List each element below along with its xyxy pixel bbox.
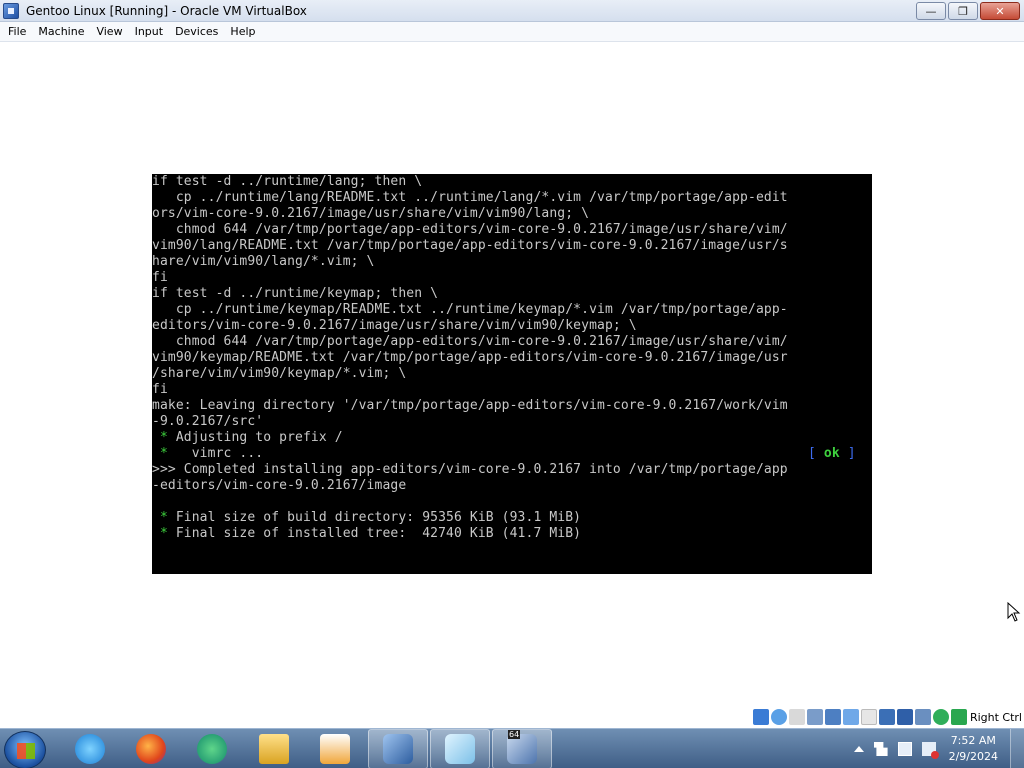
window-title: Gentoo Linux [Running] - Oracle VM Virtu… bbox=[26, 3, 307, 18]
clock-date: 2/9/2024 bbox=[948, 750, 998, 763]
menu-view[interactable]: View bbox=[90, 22, 128, 42]
minimize-button[interactable]: — bbox=[916, 2, 946, 20]
taskbar-virtualbox-manager[interactable] bbox=[368, 729, 428, 768]
action-center-flag-icon[interactable] bbox=[873, 742, 888, 756]
video-capture-icon[interactable] bbox=[896, 709, 913, 725]
virtualbox-app-icon[interactable] bbox=[3, 2, 19, 19]
volume-muted-icon[interactable] bbox=[921, 742, 939, 759]
notepad-icon bbox=[445, 734, 475, 764]
console-line: -editors/vim-core-9.0.2167/image bbox=[152, 478, 407, 493]
console-line: /share/vim/vim90/keymap/*.vim; \ bbox=[152, 366, 407, 381]
restore-button[interactable]: ❐ bbox=[948, 2, 978, 20]
console-line-vimrc: * vimrc ... [ ok ] bbox=[152, 446, 872, 462]
start-button[interactable] bbox=[4, 731, 46, 768]
taskbar-internet-explorer[interactable] bbox=[60, 729, 120, 768]
menu-help[interactable]: Help bbox=[224, 22, 261, 42]
console-line: >>> Completed installing app-editors/vim… bbox=[152, 462, 788, 477]
shared-folders-icon[interactable] bbox=[860, 709, 877, 725]
network-icon[interactable] bbox=[824, 709, 841, 725]
console-line-adjust: * Adjusting to prefix / bbox=[152, 430, 872, 446]
usb-icon[interactable] bbox=[842, 709, 859, 725]
vm-window-icon: 64 bbox=[507, 730, 537, 764]
taskbar-clock[interactable]: 7:52 AM 2/9/2024 bbox=[949, 733, 998, 765]
floppy-icon[interactable] bbox=[788, 709, 805, 725]
taskbar-media-player[interactable] bbox=[305, 729, 365, 768]
ok-status: [ ok ] bbox=[808, 446, 856, 461]
mouse-pointer-icon bbox=[1007, 602, 1021, 622]
console-line: hare/vim/vim90/lang/*.vim; \ bbox=[152, 254, 375, 269]
menu-input[interactable]: Input bbox=[129, 22, 169, 42]
close-button[interactable]: ✕ bbox=[980, 2, 1020, 20]
menu-file[interactable]: File bbox=[2, 22, 32, 42]
console-line: -9.0.2167/src' bbox=[152, 414, 264, 429]
console-star: * bbox=[152, 430, 176, 445]
taskbar-notepad[interactable] bbox=[430, 729, 490, 768]
taskbar-vm-window[interactable]: 64 bbox=[492, 729, 552, 768]
console-star: * bbox=[152, 446, 176, 461]
menu-devices[interactable]: Devices bbox=[169, 22, 224, 42]
mouse-integration-icon[interactable] bbox=[932, 709, 949, 725]
console-final-installed: Final size of installed tree: 42740 KiB … bbox=[175, 526, 582, 541]
show-desktop-button[interactable] bbox=[1010, 729, 1024, 768]
console-line: make: Leaving directory '/var/tmp/portag… bbox=[152, 398, 788, 413]
console-line: vim90/lang/README.txt /var/tmp/portage/a… bbox=[152, 238, 788, 253]
console-line: if test -d ../runtime/keymap; then \ bbox=[152, 286, 439, 301]
vm-status-bar: Right Ctrl bbox=[0, 706, 1024, 728]
console-line: cp ../runtime/lang/README.txt ../runtime… bbox=[152, 190, 788, 205]
system-tray: 7:52 AM 2/9/2024 bbox=[849, 729, 1024, 768]
console-vimrc-text: vimrc ... bbox=[175, 446, 264, 461]
console-line: if test -d ../runtime/lang; then \ bbox=[152, 174, 423, 189]
virtualbox-icon bbox=[383, 734, 413, 764]
console-line: fi bbox=[152, 270, 168, 285]
display-icon[interactable] bbox=[878, 709, 895, 725]
keyboard-capture-icon[interactable] bbox=[950, 709, 967, 725]
console-line: chmod 644 /var/tmp/portage/app-editors/v… bbox=[152, 222, 788, 237]
host-key-label[interactable]: Right Ctrl bbox=[970, 711, 1022, 724]
console-line: chmod 644 /var/tmp/portage/app-editors/v… bbox=[152, 334, 788, 349]
console-star: * bbox=[152, 510, 176, 525]
clock-time: 7:52 AM bbox=[950, 734, 996, 747]
windows-taskbar: 64 7:52 AM 2/9/2024 bbox=[0, 728, 1024, 768]
show-hidden-icons-icon[interactable] bbox=[853, 746, 864, 752]
console-line: fi bbox=[152, 382, 168, 397]
guest-console[interactable]: if test -d ../runtime/lang; then \ cp ..… bbox=[152, 174, 872, 574]
console-line: ors/vim-core-9.0.2167/image/usr/share/vi… bbox=[152, 206, 590, 221]
virtualization-icon[interactable] bbox=[914, 709, 931, 725]
console-line-final-installed: * Final size of installed tree: 42740 Ki… bbox=[152, 526, 872, 542]
edge-icon bbox=[197, 734, 227, 764]
internet-explorer-icon bbox=[75, 734, 105, 764]
taskbar-explorer[interactable] bbox=[244, 729, 304, 768]
vm-badge: 64 bbox=[508, 730, 521, 739]
hard-disk-icon[interactable] bbox=[752, 709, 769, 725]
menu-bar: File Machine View Input Devices Help bbox=[0, 22, 1024, 42]
firefox-icon bbox=[136, 734, 166, 764]
window-controls: — ❐ ✕ bbox=[916, 2, 1020, 20]
console-final-build: Final size of build directory: 95356 KiB… bbox=[175, 510, 582, 525]
taskbar-firefox[interactable] bbox=[121, 729, 181, 768]
taskbar-edge[interactable] bbox=[182, 729, 242, 768]
console-adjust-text: Adjusting to prefix / bbox=[175, 430, 343, 445]
console-line: vim90/keymap/README.txt /var/tmp/portage… bbox=[152, 350, 788, 365]
optical-drive-icon[interactable] bbox=[770, 709, 787, 725]
media-player-icon bbox=[320, 734, 350, 764]
console-line-final-build: * Final size of build directory: 95356 K… bbox=[152, 510, 872, 526]
folder-icon bbox=[259, 734, 289, 764]
console-line: cp ../runtime/keymap/README.txt ../runti… bbox=[152, 302, 788, 317]
network-tray-icon[interactable] bbox=[897, 742, 912, 756]
console-line: editors/vim-core-9.0.2167/image/usr/shar… bbox=[152, 318, 637, 333]
menu-machine[interactable]: Machine bbox=[32, 22, 90, 42]
audio-icon[interactable] bbox=[806, 709, 823, 725]
console-star: * bbox=[152, 526, 176, 541]
window-titlebar[interactable]: Gentoo Linux [Running] - Oracle VM Virtu… bbox=[0, 0, 1024, 22]
